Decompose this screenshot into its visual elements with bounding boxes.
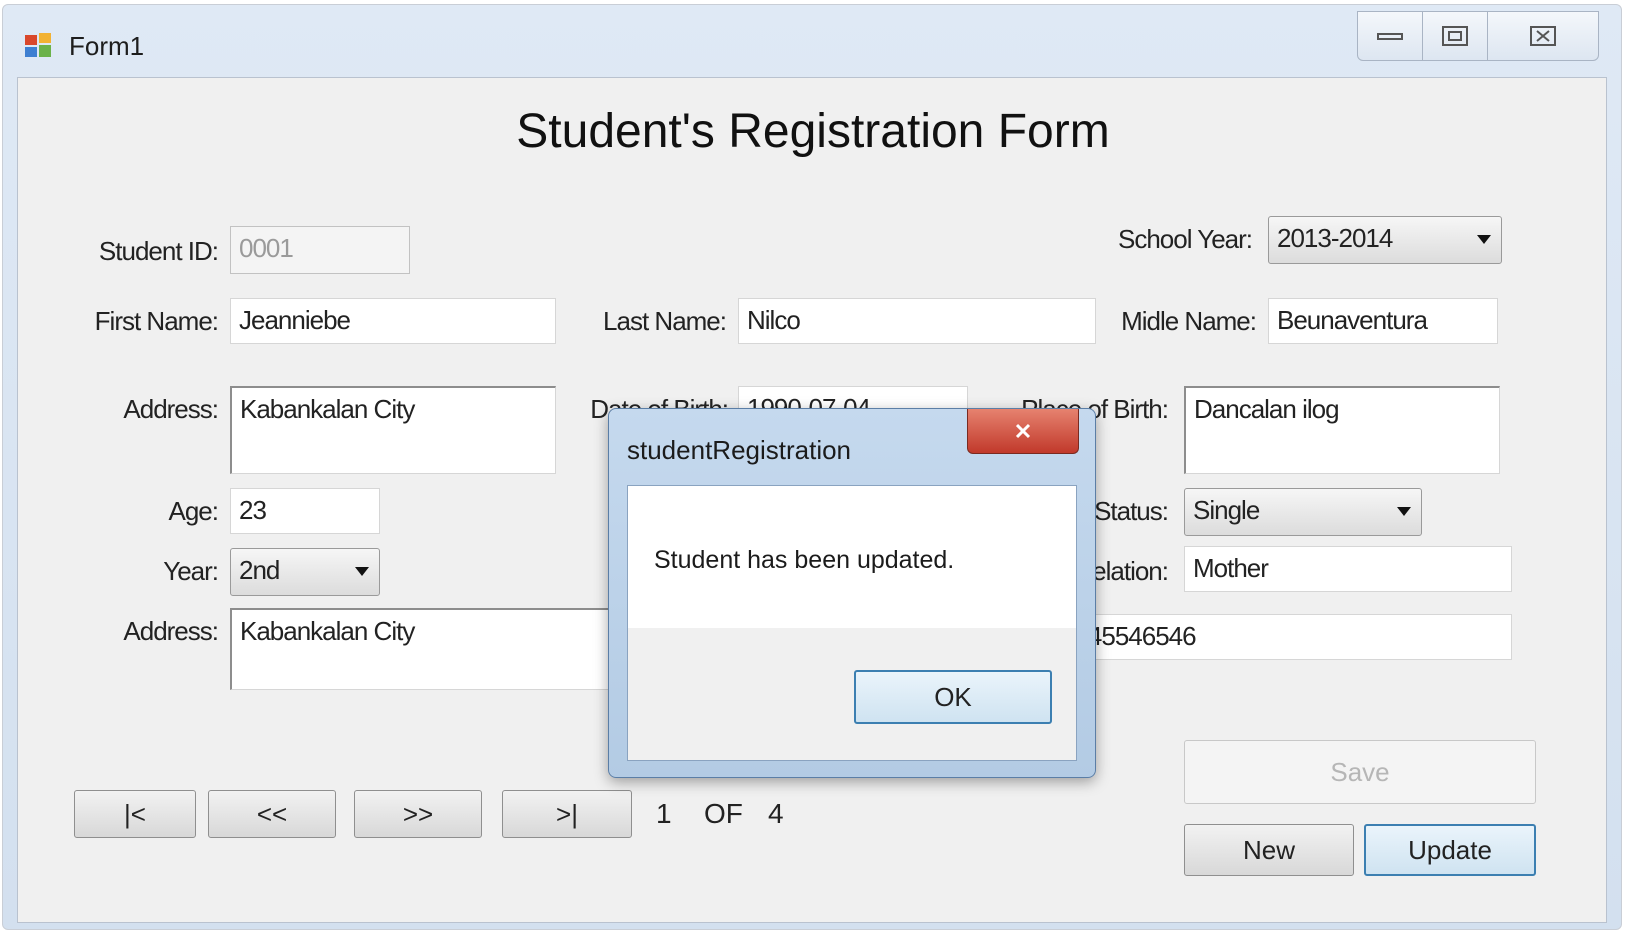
new-button[interactable]: New — [1184, 824, 1354, 876]
contact-number-field[interactable]: 6545546546 — [1052, 614, 1512, 660]
status-value: Single — [1193, 495, 1260, 525]
minimize-icon — [1377, 33, 1403, 40]
year-dropdown[interactable]: 2nd — [230, 548, 380, 596]
school-year-label: School Year: — [1117, 224, 1253, 254]
address-label: Address: — [123, 394, 219, 424]
ok-button[interactable]: OK — [854, 670, 1052, 724]
pager-of-label: OF — [704, 798, 743, 829]
last-name-label: Last Name: — [603, 306, 727, 336]
message-box-dialog: studentRegistration Student has been upd… — [608, 408, 1096, 778]
next-record-button[interactable]: >> — [354, 790, 482, 838]
update-button[interactable]: Update — [1364, 824, 1536, 876]
first-record-button[interactable]: |< — [74, 790, 196, 838]
school-year-value: 2013-2014 — [1277, 223, 1393, 253]
middle-name-label: Midle Name: — [1121, 306, 1257, 336]
current-record-number: 1 — [656, 798, 672, 829]
form-title: Student's Registration Form — [516, 105, 1110, 158]
chevron-down-icon — [355, 567, 369, 576]
chevron-down-icon — [1477, 235, 1491, 244]
guardian-address-field[interactable]: Kabankalan City — [230, 608, 620, 690]
status-dropdown[interactable]: Single — [1184, 488, 1422, 536]
close-icon — [1015, 423, 1031, 439]
app-icon — [23, 31, 55, 61]
dialog-title: studentRegistration — [627, 435, 852, 465]
maximize-icon — [1442, 26, 1468, 46]
age-label: Age: — [168, 496, 220, 526]
middle-name-field[interactable]: Beunaventura — [1268, 298, 1498, 344]
dialog-close-button[interactable] — [967, 409, 1079, 454]
chevron-down-icon — [1397, 507, 1411, 516]
minimize-button[interactable] — [1358, 12, 1423, 60]
relation-field[interactable]: Mother — [1184, 546, 1512, 592]
address-field[interactable]: Kabankalan City — [230, 386, 556, 474]
last-record-button[interactable]: >| — [502, 790, 632, 838]
guardian-address-label: Address: — [123, 616, 219, 646]
title-bar: Form1 — [3, 5, 1621, 75]
window-title: Form1 — [69, 31, 145, 61]
year-label: Year: — [163, 556, 219, 586]
save-button[interactable]: Save — [1184, 740, 1536, 804]
first-name-label: First Name: — [94, 306, 219, 336]
year-value: 2nd — [239, 555, 280, 585]
first-name-field[interactable]: Jeanniebe — [230, 298, 556, 344]
maximize-button[interactable] — [1423, 12, 1488, 60]
close-button[interactable] — [1488, 12, 1598, 60]
age-field[interactable]: 23 — [230, 488, 380, 534]
total-records-number: 4 — [768, 798, 784, 829]
student-id-label: Student ID: — [98, 236, 219, 266]
place-of-birth-field[interactable]: Dancalan ilog — [1184, 386, 1500, 474]
close-icon — [1530, 26, 1556, 46]
last-name-field[interactable]: Nilco — [738, 298, 1096, 344]
school-year-dropdown[interactable]: 2013-2014 — [1268, 216, 1502, 264]
student-id-field[interactable]: 0001 — [230, 226, 410, 274]
previous-record-button[interactable]: << — [208, 790, 336, 838]
caption-buttons — [1357, 11, 1599, 61]
dialog-body: Student has been updated. OK — [627, 485, 1077, 761]
dialog-message: Student has been updated. — [654, 546, 955, 574]
